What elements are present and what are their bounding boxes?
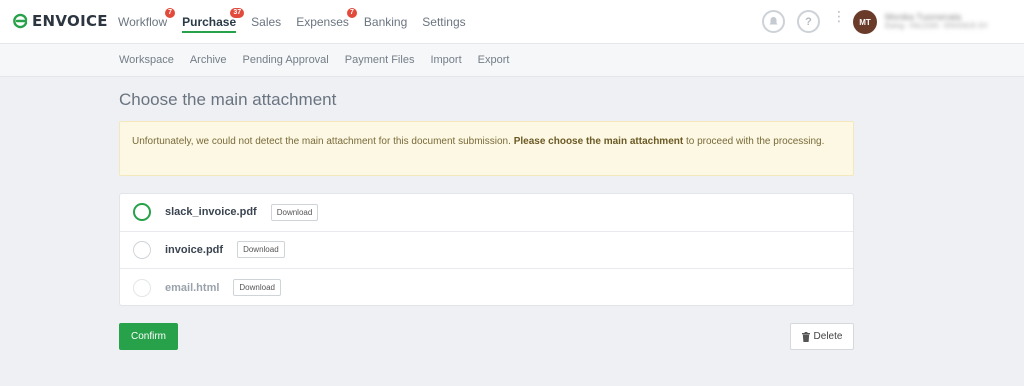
nav-workflow[interactable]: Workflow 7	[118, 0, 176, 44]
alert-bold-text: Please choose the main attachment	[513, 136, 684, 147]
confirm-button[interactable]: Confirm	[119, 323, 178, 350]
attachment-name: invoice.pdf	[165, 243, 224, 256]
trash-icon	[801, 331, 810, 342]
notifications-icon[interactable]	[762, 10, 785, 33]
nav-sales-label: Sales	[251, 15, 282, 29]
nav-banking[interactable]: Banking	[364, 0, 407, 44]
nav-sales[interactable]: Sales	[251, 0, 281, 44]
nav-expenses[interactable]: Expenses 7	[296, 0, 357, 44]
nav-expenses-badge: 7	[346, 8, 357, 18]
attachment-name: email.html	[165, 281, 220, 294]
nav-workflow-badge: 7	[165, 8, 176, 18]
alert-tail-text: to proceed with the processing.	[683, 136, 825, 147]
download-button[interactable]: Download	[237, 241, 285, 259]
nav-expenses-label: Expenses	[296, 15, 349, 29]
top-navbar: ENVOICE Workflow 7 Purchase 37 Sales Exp…	[0, 0, 1024, 44]
alert-text: Unfortunately, we could not detect the m…	[132, 136, 514, 147]
attachment-radio[interactable]	[133, 203, 151, 222]
download-button[interactable]: Download	[233, 279, 281, 297]
attachment-list: slack_invoice.pdf Download invoice.pdf D…	[119, 193, 854, 306]
subnav-payment-files[interactable]: Payment Files	[345, 44, 415, 77]
sub-navbar: Workspace Archive Pending Approval Payme…	[0, 44, 1024, 77]
nav-settings[interactable]: Settings	[422, 0, 465, 44]
nav-purchase[interactable]: Purchase 37	[182, 0, 245, 44]
delete-label: Delete	[813, 331, 843, 342]
avatar[interactable]: MT	[853, 10, 877, 34]
more-options-icon[interactable]: ⋮	[832, 9, 846, 23]
nav-workflow-label: Workflow	[118, 15, 168, 29]
user-company: Ewing - FALCON - ENVOICE OY	[885, 23, 989, 30]
attachment-radio[interactable]	[133, 240, 151, 259]
nav-purchase-label: Purchase	[182, 15, 237, 29]
attachment-name: slack_invoice.pdf	[165, 206, 257, 219]
subnav-archive[interactable]: Archive	[190, 44, 227, 77]
warning-alert: Unfortunately, we could not detect the m…	[119, 121, 854, 176]
subnav-export[interactable]: Export	[478, 44, 510, 77]
help-icon[interactable]: ?	[797, 10, 820, 33]
attachment-radio[interactable]	[133, 278, 151, 297]
subnav-workspace[interactable]: Workspace	[119, 44, 174, 77]
subnav-pending-approval[interactable]: Pending Approval	[243, 44, 329, 77]
main-nav: Workflow 7 Purchase 37 Sales Expenses 7 …	[118, 0, 481, 44]
nav-purchase-badge: 37	[230, 8, 245, 18]
bell-icon	[769, 17, 778, 25]
brand-name: ENVOICE	[32, 12, 108, 30]
purchase-subnav: Workspace Archive Pending Approval Payme…	[119, 44, 525, 77]
subnav-import[interactable]: Import	[430, 44, 461, 77]
list-item[interactable]: email.html Download	[120, 269, 853, 307]
list-item[interactable]: slack_invoice.pdf Download	[120, 194, 853, 232]
delete-button[interactable]: Delete	[790, 323, 854, 350]
download-button[interactable]: Download	[270, 203, 319, 221]
page-title: Choose the main attachment	[119, 90, 337, 109]
user-name[interactable]: Monika Tuomenala	[885, 12, 961, 22]
list-item[interactable]: invoice.pdf Download	[120, 232, 853, 270]
nav-settings-label: Settings	[422, 15, 466, 29]
help-icon-glyph: ?	[805, 15, 812, 28]
envoice-logo-icon	[13, 13, 28, 29]
nav-banking-label: Banking	[363, 15, 408, 29]
envoice-logo[interactable]: ENVOICE	[12, 12, 108, 30]
